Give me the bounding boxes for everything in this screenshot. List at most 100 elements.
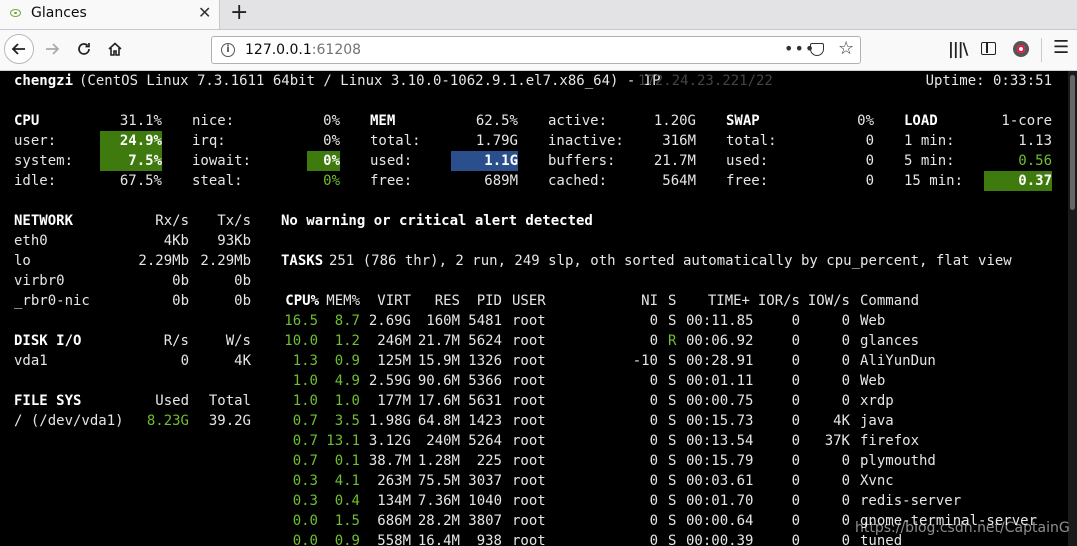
url-text[interactable]: 127.0.0.1:61208 (245, 42, 361, 58)
ip-address: 172.24.23.221/22 (638, 73, 773, 89)
cpu-user-value: 24.9% (100, 131, 162, 151)
process-mem: 1.5 (334, 513, 360, 529)
mem-total-value: 1.79G (475, 133, 518, 149)
col-user[interactable]: USER (512, 291, 546, 311)
process-cpu: 1.0 (292, 373, 318, 389)
mem-free-value: 689M (484, 173, 518, 189)
tab-title: Glances (31, 5, 87, 21)
tab-strip: Glances ✕ + (0, 0, 1077, 30)
library-icon[interactable]: |||\ (948, 39, 968, 58)
back-button[interactable] (4, 34, 34, 64)
process-pid: 3037 (468, 473, 502, 489)
filesys-total-header: Total (208, 393, 251, 409)
toolbar-divider (1041, 38, 1042, 62)
process-virt: 3.12G (368, 433, 411, 449)
hamburger-menu-icon[interactable]: ☰ (1053, 37, 1069, 58)
col-iow[interactable]: IOW/s (801, 291, 850, 311)
process-io-read: 0 (791, 393, 800, 409)
filesys-used-header: Used (155, 393, 189, 409)
mem-active-value: 1.20G (653, 113, 696, 129)
new-tab-icon[interactable]: + (230, 2, 248, 24)
mem-inactive-value: 316M (662, 133, 696, 149)
process-virt: 134M (377, 493, 411, 509)
process-virt: 125M (377, 353, 411, 369)
process-nice: 0 (649, 493, 658, 509)
swap-free-value: 0 (865, 173, 874, 189)
process-res: 21.7M (417, 333, 460, 349)
cpu-system-value: 7.5% (100, 151, 162, 171)
process-pid: 1423 (468, 413, 502, 429)
sidebar-icon[interactable] (981, 42, 996, 55)
network-interface-name: lo (14, 253, 31, 269)
cpu-system-label: system: (14, 153, 74, 169)
mem-total-label: total: (370, 133, 421, 149)
process-res: 160M (426, 313, 460, 329)
col-res[interactable]: RES (412, 291, 460, 311)
process-status: S (668, 533, 677, 546)
page-scrollbar[interactable] (1068, 71, 1077, 546)
home-icon (108, 42, 122, 56)
col-virt[interactable]: VIRT (361, 291, 411, 311)
cpu-user-label: user: (14, 133, 57, 149)
process-status: S (668, 433, 677, 449)
process-pid: 1326 (468, 353, 502, 369)
bookmark-star-icon[interactable]: ☆ (838, 38, 854, 59)
pocket-icon[interactable] (810, 43, 824, 56)
url-bar[interactable]: i 127.0.0.1:61208 ••• ☆ (211, 36, 861, 64)
process-io-write: 0 (841, 333, 850, 349)
col-time[interactable]: TIME+ (686, 291, 750, 311)
network-tx-value: 2.29Mb (200, 253, 251, 269)
process-user: root (512, 433, 546, 449)
process-time: 00:00.39 (686, 533, 754, 546)
process-pid: 938 (476, 533, 502, 546)
scrollbar-thumb[interactable] (1070, 75, 1075, 210)
process-command: Web (860, 313, 886, 329)
col-pid[interactable]: PID (461, 291, 502, 311)
load-5min-value: 0.56 (1018, 153, 1052, 169)
process-res: 16.4M (417, 533, 460, 546)
close-tab-icon[interactable]: ✕ (198, 4, 211, 22)
process-pid: 5264 (468, 433, 502, 449)
process-io-read: 0 (791, 353, 800, 369)
process-res: 7.36M (417, 493, 460, 509)
process-res: 28.2M (417, 513, 460, 529)
col-command[interactable]: Command (860, 291, 919, 311)
process-res: 64.8M (417, 413, 460, 429)
mem-buffers-value: 21.7M (653, 153, 696, 169)
process-io-write: 0 (841, 533, 850, 546)
site-info-icon[interactable]: i (221, 43, 235, 57)
filesys-total-value: 39.2G (208, 413, 251, 429)
process-status: S (668, 453, 677, 469)
process-mem: 0.9 (334, 533, 360, 546)
process-command: redis-server (860, 493, 962, 509)
col-ior[interactable]: IOR/s (751, 291, 800, 311)
filesys-label: FILE SYS (14, 393, 82, 409)
forward-button[interactable] (37, 34, 67, 64)
col-cpu[interactable]: CPU% (280, 291, 319, 311)
reload-button[interactable] (69, 34, 99, 64)
swap-used-label: used: (726, 153, 769, 169)
process-virt: 686M (377, 513, 411, 529)
disk-write-value: 4K (234, 353, 251, 369)
tasks-summary: 251 (786 thr), 2 run, 249 slp, oth sorte… (329, 253, 1012, 269)
process-io-read: 0 (791, 413, 800, 429)
col-mem[interactable]: MEM% (320, 291, 360, 311)
network-tx-value: 93Kb (217, 233, 251, 249)
cpu-nice-label: nice: (192, 113, 235, 129)
swap-total-label: total: (726, 133, 777, 149)
process-nice: 0 (649, 433, 658, 449)
process-io-write: 0 (841, 393, 850, 409)
home-button[interactable] (100, 34, 130, 64)
tab-glances[interactable]: Glances ✕ (0, 0, 220, 29)
swap-used-value: 0 (865, 153, 874, 169)
process-pid: 5481 (468, 313, 502, 329)
process-pid: 5631 (468, 393, 502, 409)
process-io-write: 0 (841, 353, 850, 369)
disk-label: DISK I/O (14, 333, 82, 349)
process-nice: 0 (649, 533, 658, 546)
col-status[interactable]: S (668, 291, 676, 311)
col-ni[interactable]: NI (630, 291, 658, 311)
process-nice: 0 (649, 373, 658, 389)
account-icon[interactable] (1013, 41, 1029, 57)
cpu-total: 31.1% (119, 113, 162, 129)
